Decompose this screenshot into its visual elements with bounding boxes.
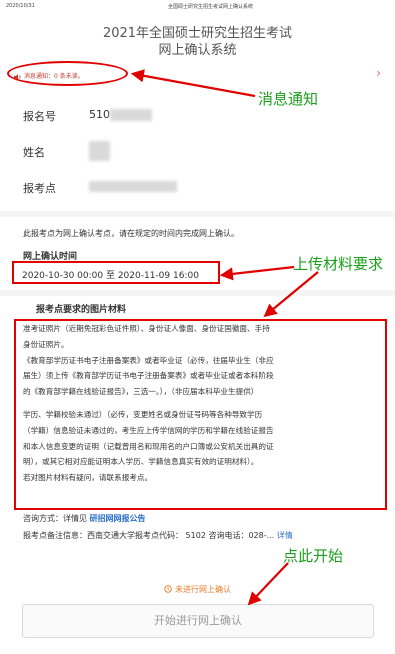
annotation-arrows — [130, 69, 319, 606]
arrow-to-notice — [130, 69, 256, 98]
arrow-to-materials — [263, 271, 319, 318]
arrow-to-time — [219, 265, 295, 281]
arrow-to-button — [247, 562, 289, 606]
